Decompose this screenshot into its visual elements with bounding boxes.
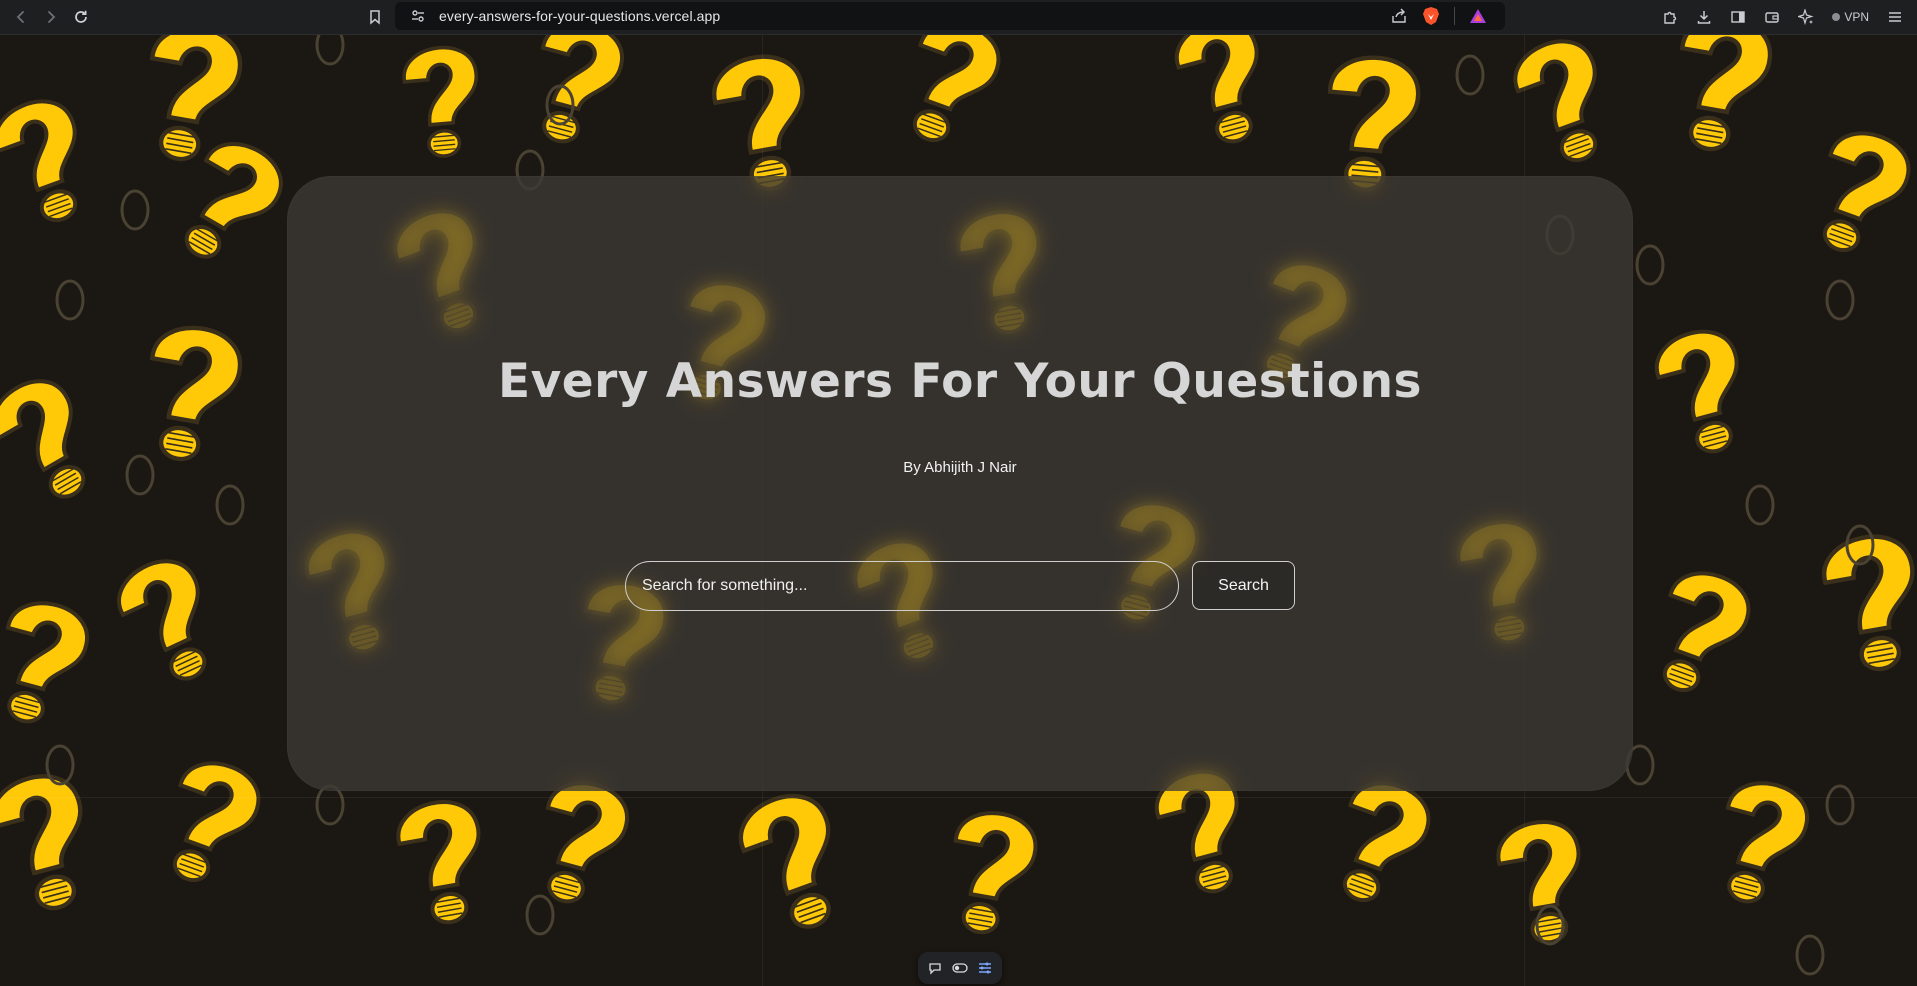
site-settings-icon	[412, 10, 424, 22]
main-menu-button[interactable]	[1881, 3, 1909, 31]
question-mark-shape	[396, 800, 481, 925]
question-mark-shape	[545, 781, 629, 904]
question-mark-shape	[1822, 534, 1915, 672]
question-mark-shape	[1342, 781, 1431, 903]
sliders-icon	[979, 962, 991, 974]
hamburger-menu-icon	[1889, 12, 1901, 22]
comment-button[interactable]	[927, 960, 943, 976]
question-mark-shape	[149, 325, 242, 462]
question-mark-shape	[1496, 820, 1581, 945]
sidebar-icon	[1731, 11, 1746, 23]
brave-lion-icon[interactable]	[1422, 6, 1440, 26]
vpn-label: VPN	[1844, 10, 1869, 24]
bookmark-button[interactable]	[360, 3, 390, 31]
question-mark-shape	[0, 379, 86, 499]
question-mark-shape	[1725, 781, 1809, 904]
vpn-status-icon	[1832, 13, 1841, 21]
decorative-oval	[525, 894, 555, 936]
reload-icon	[75, 10, 87, 23]
leo-ai-icon	[1798, 9, 1814, 25]
toggle-icon	[952, 963, 968, 973]
browser-toolbar: every-answers-for-your-questions.vercel.…	[0, 0, 1917, 35]
search-input[interactable]	[625, 561, 1179, 611]
tile-seam	[0, 797, 1917, 798]
question-mark-shape	[738, 794, 831, 929]
decorative-oval	[120, 189, 150, 231]
url-text[interactable]: every-answers-for-your-questions.vercel.…	[439, 8, 720, 24]
decorative-oval	[1455, 54, 1485, 96]
question-mark-shape	[402, 45, 478, 158]
back-arrow-icon	[16, 11, 24, 23]
page-title: Every Answers For Your Questions	[497, 354, 1423, 409]
comment-icon	[929, 963, 941, 975]
sidebar-button[interactable]	[1724, 3, 1752, 31]
brave-rewards-icon[interactable]	[1469, 8, 1487, 24]
question-mark-shape	[1679, 35, 1772, 152]
decorative-oval	[125, 454, 155, 496]
search-button[interactable]: Search	[1192, 561, 1295, 610]
vpn-button[interactable]: VPN	[1826, 10, 1875, 24]
question-mark-shape	[0, 774, 83, 911]
question-mark-shape	[1327, 55, 1421, 192]
floating-toolbar	[918, 952, 1002, 984]
forward-arrow-icon	[48, 11, 56, 23]
browser-actions: VPN	[1656, 3, 1909, 31]
forward-button[interactable]	[36, 3, 66, 31]
settings-button[interactable]	[977, 960, 993, 976]
decorative-oval	[315, 35, 345, 66]
question-mark-shape	[912, 35, 1001, 143]
hero-card: Every Answers For Your Questions By Abhi…	[287, 176, 1633, 791]
question-mark-shape	[953, 811, 1038, 935]
back-button[interactable]	[6, 3, 36, 31]
question-mark-shape	[5, 601, 89, 724]
site-settings-button[interactable]	[405, 8, 431, 24]
decorative-oval	[55, 279, 85, 321]
address-bar[interactable]: every-answers-for-your-questions.vercel.…	[395, 2, 1505, 30]
decorative-oval	[1795, 934, 1825, 976]
leo-ai-button[interactable]	[1792, 3, 1820, 31]
question-mark-shape	[172, 761, 261, 883]
downloads-button[interactable]	[1690, 3, 1718, 31]
reload-button[interactable]	[66, 3, 96, 31]
extensions-button[interactable]	[1656, 3, 1684, 31]
bookmark-icon	[370, 10, 380, 25]
toggle-button[interactable]	[952, 960, 968, 976]
question-mark-shape	[540, 35, 624, 144]
question-mark-shape	[1174, 35, 1259, 144]
url-actions	[1390, 6, 1487, 26]
decorative-oval	[1745, 484, 1775, 526]
share-icon[interactable]	[1390, 7, 1408, 25]
hero-content: Every Answers For Your Questions By Abhi…	[287, 176, 1633, 791]
question-mark-shape	[117, 559, 207, 681]
web-page: Every Answers For Your Questions By Abhi…	[0, 35, 1917, 986]
divider	[1454, 7, 1455, 25]
author-credit: By Abhijith J Nair	[903, 459, 1017, 476]
puzzle-piece-icon	[1664, 11, 1677, 24]
question-mark-shape	[712, 54, 805, 192]
question-mark-shape	[1822, 131, 1911, 253]
decorative-oval	[215, 484, 245, 526]
question-mark-shape	[1662, 571, 1751, 693]
decorative-oval	[315, 784, 345, 826]
question-mark-shape	[1654, 329, 1739, 454]
wallet-button[interactable]	[1758, 3, 1786, 31]
decorative-oval	[1635, 244, 1665, 286]
decorative-oval	[1825, 279, 1855, 321]
decorative-oval	[1825, 784, 1855, 826]
question-mark-shape	[0, 99, 78, 223]
wallet-icon	[1765, 12, 1780, 23]
download-icon	[1698, 11, 1711, 24]
